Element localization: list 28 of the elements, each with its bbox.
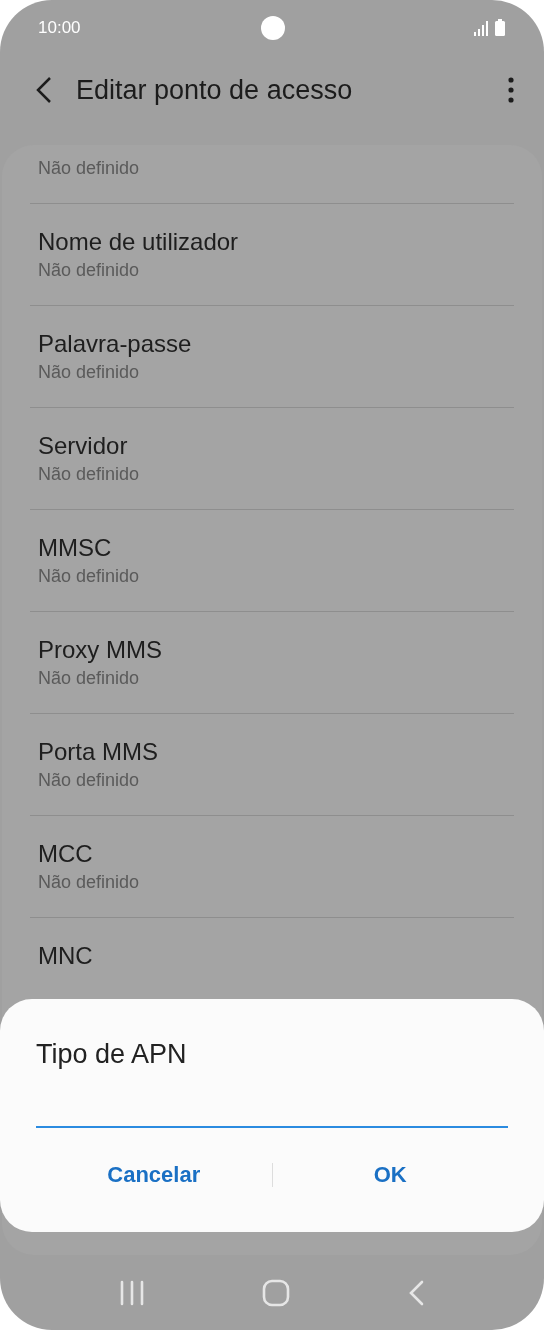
back-icon[interactable] — [34, 76, 54, 104]
setting-value: Não definido — [38, 667, 141, 689]
more-options-icon[interactable] — [508, 77, 514, 103]
setting-value: Não definido — [38, 769, 141, 791]
setting-value: Não definido — [38, 157, 141, 179]
dialog-button[interactable]: Cancelar — [36, 1156, 272, 1194]
dialog-button[interactable]: OK — [272, 1156, 508, 1194]
dialog-title: Tipo de APN — [36, 1039, 188, 1070]
setting-title[interactable]: Servidor — [38, 431, 506, 461]
camera-icon — [261, 16, 285, 40]
page-title: Editar ponto de acesso — [76, 74, 354, 106]
setting-title[interactable]: MCC — [38, 839, 506, 869]
setting-title[interactable]: Proxy MMS — [38, 635, 506, 665]
setting-title[interactable]: MNC — [38, 941, 506, 971]
setting-value: Não definido — [38, 259, 141, 281]
setting-title[interactable]: Nome de utilizador — [38, 227, 506, 257]
setting-value: Não definido — [38, 463, 141, 485]
setting-value: Não definido — [38, 565, 141, 587]
back-nav-icon[interactable] — [407, 1278, 426, 1307]
home-icon[interactable] — [262, 1278, 290, 1307]
setting-value: Não definido — [38, 871, 141, 893]
setting-title[interactable]: Palavra-passe — [38, 329, 506, 359]
status-time: 10:00 — [38, 18, 81, 38]
setting-title[interactable]: MMSC — [38, 533, 506, 563]
setting-value: Não definido — [38, 361, 141, 383]
setting-title[interactable]: Porta MMS — [38, 737, 506, 767]
recent-apps-icon[interactable] — [118, 1279, 145, 1306]
signal-battery-icon — [474, 19, 506, 37]
